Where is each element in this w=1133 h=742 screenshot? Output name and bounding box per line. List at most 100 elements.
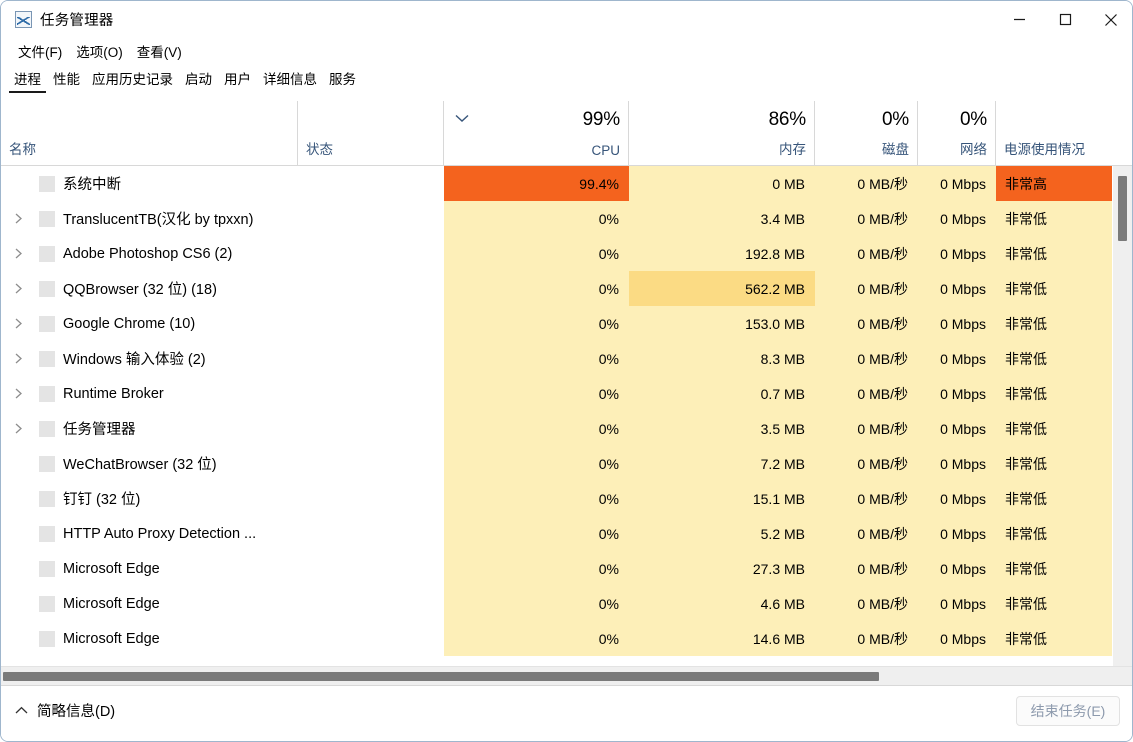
process-name-label: 任务管理器 — [63, 411, 136, 446]
chevron-right-icon[interactable] — [13, 283, 24, 294]
process-memory-cell: 5.2 MB — [629, 516, 815, 551]
chevron-up-icon — [15, 706, 28, 715]
tab-startup[interactable]: 启动 — [179, 66, 218, 93]
table-row[interactable]: Microsoft Edge0%14.6 MB0 MB/秒0 Mbps非常低 — [1, 621, 1133, 656]
process-network-cell: 0 Mbps — [918, 166, 996, 201]
process-name-cell[interactable]: Microsoft Edge — [1, 586, 298, 621]
vertical-scrollbar-thumb[interactable] — [1118, 176, 1127, 241]
end-task-button[interactable]: 结束任务(E) — [1016, 696, 1120, 726]
column-header-power[interactable]: 电源使用情况 — [996, 101, 1133, 165]
process-name-cell[interactable]: 钉钉 (32 位) — [1, 481, 298, 516]
horizontal-scrollbar-thumb[interactable] — [3, 672, 879, 681]
process-name-label: 系统中断 — [63, 166, 121, 201]
table-row[interactable]: Microsoft Edge0%4.6 MB0 MB/秒0 Mbps非常低 — [1, 586, 1133, 621]
tab-processes[interactable]: 进程 — [8, 66, 47, 93]
column-header-name[interactable]: 名称 — [1, 101, 298, 165]
process-cpu-cell-value: 0% — [599, 281, 619, 297]
process-table: 系统中断99.4%0 MB0 MB/秒0 Mbps非常高TranslucentT… — [1, 166, 1133, 666]
fewer-details-button[interactable]: 简略信息(D) — [15, 700, 115, 721]
process-network-cell-value: 0 Mbps — [940, 281, 986, 297]
process-disk-cell-value: 0 MB/秒 — [857, 384, 908, 404]
process-name-cell[interactable]: 任务管理器 — [1, 411, 298, 446]
table-row[interactable]: WeChatBrowser (32 位)0%7.2 MB0 MB/秒0 Mbps… — [1, 446, 1133, 481]
column-header-disk[interactable]: 0% 磁盘 — [815, 101, 918, 165]
menu-item-file[interactable]: 文件(F) — [11, 39, 69, 63]
process-network-cell: 0 Mbps — [918, 551, 996, 586]
chevron-right-icon[interactable] — [13, 423, 24, 434]
column-header-network[interactable]: 0% 网络 — [918, 101, 996, 165]
table-row[interactable]: Windows 输入体验 (2)0%8.3 MB0 MB/秒0 Mbps非常低 — [1, 341, 1133, 376]
process-name-cell[interactable]: Google Chrome (10) — [1, 306, 298, 341]
process-disk-cell-value: 0 MB/秒 — [857, 559, 908, 579]
process-icon — [39, 281, 55, 297]
table-row[interactable]: Adobe Photoshop CS6 (2)0%192.8 MB0 MB/秒0… — [1, 236, 1133, 271]
column-header-disk-label: 磁盘 — [882, 138, 909, 158]
process-power-cell-value: 非常低 — [1005, 244, 1047, 264]
tab-details[interactable]: 详细信息 — [257, 66, 323, 93]
table-row[interactable]: TranslucentTB(汉化 by tpxxn)0%3.4 MB0 MB/秒… — [1, 201, 1133, 236]
chevron-right-icon[interactable] — [13, 248, 24, 259]
process-network-cell: 0 Mbps — [918, 201, 996, 236]
column-header-memory[interactable]: 86% 内存 — [629, 101, 815, 165]
vertical-scrollbar[interactable] — [1113, 166, 1133, 666]
process-memory-cell-value: 7.2 MB — [761, 456, 805, 472]
process-disk-cell: 0 MB/秒 — [815, 516, 918, 551]
process-network-cell-value: 0 Mbps — [940, 491, 986, 507]
chevron-right-icon[interactable] — [13, 388, 24, 399]
table-row[interactable]: Microsoft Edge0%27.3 MB0 MB/秒0 Mbps非常低 — [1, 551, 1133, 586]
column-header-cpu[interactable]: 99% CPU — [444, 101, 629, 165]
chevron-right-icon[interactable] — [13, 213, 24, 224]
process-name-cell[interactable]: Microsoft Edge — [1, 551, 298, 586]
tab-performance[interactable]: 性能 — [47, 66, 86, 93]
process-name-cell[interactable]: Adobe Photoshop CS6 (2) — [1, 236, 298, 271]
process-network-cell-value: 0 Mbps — [940, 526, 986, 542]
process-memory-cell-value: 27.3 MB — [753, 561, 805, 577]
tab-bar: 进程 性能 应用历史记录 启动 用户 详细信息 服务 — [1, 66, 1133, 94]
process-disk-cell-value: 0 MB/秒 — [857, 489, 908, 509]
close-button[interactable] — [1088, 1, 1133, 38]
menu-item-view[interactable]: 查看(V) — [130, 39, 189, 63]
process-memory-cell: 27.3 MB — [629, 551, 815, 586]
table-row[interactable]: 系统中断99.4%0 MB0 MB/秒0 Mbps非常高 — [1, 166, 1133, 201]
table-row[interactable]: Google Chrome (10)0%153.0 MB0 MB/秒0 Mbps… — [1, 306, 1133, 341]
process-network-cell: 0 Mbps — [918, 236, 996, 271]
table-row[interactable]: HTTP Auto Proxy Detection ...0%5.2 MB0 M… — [1, 516, 1133, 551]
table-row[interactable]: 钉钉 (32 位) 0% 15.1 MB 0 MB/秒 0 Mbps 非常低 — [1, 481, 1133, 516]
minimize-button[interactable] — [996, 1, 1042, 38]
process-name-cell[interactable]: Microsoft Edge — [1, 621, 298, 656]
process-power-cell-value: 非常低 — [1005, 629, 1047, 649]
process-power-cell-value: 非常低 — [1005, 489, 1047, 509]
tab-services[interactable]: 服务 — [323, 66, 362, 93]
process-power-cell: 非常高 — [996, 166, 1112, 201]
menu-item-options[interactable]: 选项(O) — [69, 39, 130, 63]
maximize-button[interactable] — [1042, 1, 1088, 38]
process-cpu-cell-value: 0% — [599, 561, 619, 577]
tab-app-history[interactable]: 应用历史记录 — [86, 66, 179, 93]
horizontal-scrollbar[interactable] — [1, 666, 1133, 686]
footer-bar: 简略信息(D) 结束任务(E) — [1, 685, 1133, 742]
process-name-cell[interactable]: HTTP Auto Proxy Detection ... — [1, 516, 298, 551]
process-name-cell[interactable]: WeChatBrowser (32 位) — [1, 446, 298, 481]
column-header-status[interactable]: 状态 — [298, 101, 444, 165]
process-disk-cell: 0 MB/秒 — [815, 446, 918, 481]
process-name-label: Google Chrome (10) — [63, 306, 195, 341]
chevron-right-icon[interactable] — [13, 353, 24, 364]
chevron-right-icon[interactable] — [13, 318, 24, 329]
table-row[interactable]: 任务管理器0%3.5 MB0 MB/秒0 Mbps非常低 — [1, 411, 1133, 446]
process-disk-cell-value: 0 MB/秒 — [857, 594, 908, 614]
process-cpu-cell: 0% — [444, 481, 629, 516]
process-name-cell[interactable]: Windows 输入体验 (2) — [1, 341, 298, 376]
process-name-cell[interactable]: TranslucentTB(汉化 by tpxxn) — [1, 201, 298, 236]
process-memory-cell-value: 15.1 MB — [753, 491, 805, 507]
process-cpu-cell-value: 0% — [599, 421, 619, 437]
table-row[interactable]: QQBrowser (32 位) (18)0%562.2 MB0 MB/秒0 M… — [1, 271, 1133, 306]
process-name-cell[interactable]: 系统中断 — [1, 166, 298, 201]
tab-users[interactable]: 用户 — [218, 66, 257, 93]
process-status-cell — [298, 446, 444, 481]
process-name-cell[interactable]: Runtime Broker — [1, 376, 298, 411]
process-icon — [39, 316, 55, 332]
process-disk-cell: 0 MB/秒 — [815, 271, 918, 306]
process-name-cell[interactable]: QQBrowser (32 位) (18) — [1, 271, 298, 306]
process-power-cell: 非常低 — [996, 341, 1112, 376]
table-row[interactable]: Runtime Broker0%0.7 MB0 MB/秒0 Mbps非常低 — [1, 376, 1133, 411]
